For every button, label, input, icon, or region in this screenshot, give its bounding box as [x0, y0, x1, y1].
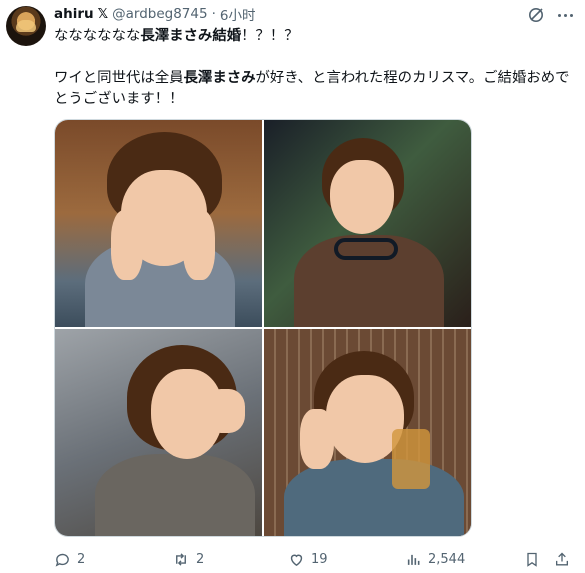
reply-icon: [55, 553, 69, 567]
post-header: ahiru 𝕏 @ardbeg8745 · 6小时: [54, 4, 256, 24]
views-icon: [407, 554, 420, 565]
photo-3[interactable]: [55, 329, 262, 536]
author-handle[interactable]: @ardbeg8745: [112, 6, 207, 22]
photo-1[interactable]: [55, 120, 262, 327]
bookmark-icon: [527, 552, 537, 567]
post-time[interactable]: 6小时: [220, 4, 256, 24]
views-button[interactable]: 2,544: [406, 548, 465, 570]
bookmark-button[interactable]: [524, 548, 540, 570]
line1-prefix: なななななな: [54, 28, 141, 44]
para-bold: 長澤まさみ: [183, 70, 256, 86]
photo-4[interactable]: [264, 329, 471, 536]
more-icon[interactable]: [556, 8, 574, 22]
media-grid: [54, 119, 472, 537]
post-text-para: ワイと同世代は全員長澤まさみが好き、と言われた程のカリスマ。ご結婚おめでとうござ…: [54, 68, 574, 110]
line1-bold: 長澤まさみ結婚: [140, 28, 242, 44]
share-icon: [556, 552, 568, 565]
action-bar: 2 2 19 2,544: [54, 548, 574, 570]
share-button[interactable]: [554, 548, 570, 570]
avatar-figure: [16, 20, 36, 32]
views-count: 2,544: [428, 551, 466, 567]
x-badge-icon: 𝕏: [97, 6, 109, 22]
photo-2[interactable]: [264, 120, 471, 327]
like-button[interactable]: 19: [288, 548, 328, 570]
grok-icon[interactable]: [528, 7, 544, 23]
repost-button[interactable]: 2: [172, 548, 204, 570]
tweet-post[interactable]: ahiru 𝕏 @ardbeg8745 · 6小时 なななななな長澤まさみ結婚！…: [0, 0, 585, 573]
post-text-line1: なななななな長澤まさみ結婚！？！？: [54, 26, 299, 47]
repost-icon: [176, 552, 186, 566]
repost-count: 2: [196, 551, 205, 567]
para-prefix: ワイと同世代は全員: [54, 70, 184, 86]
reply-count: 2: [77, 551, 86, 567]
author-name[interactable]: ahiru: [54, 6, 94, 22]
separator-dot: ·: [211, 6, 216, 22]
like-count: 19: [311, 551, 328, 567]
like-icon: [290, 554, 303, 566]
avatar[interactable]: [6, 6, 46, 46]
line1-suffix: ！？！？: [241, 28, 299, 44]
reply-button[interactable]: 2: [54, 548, 85, 570]
